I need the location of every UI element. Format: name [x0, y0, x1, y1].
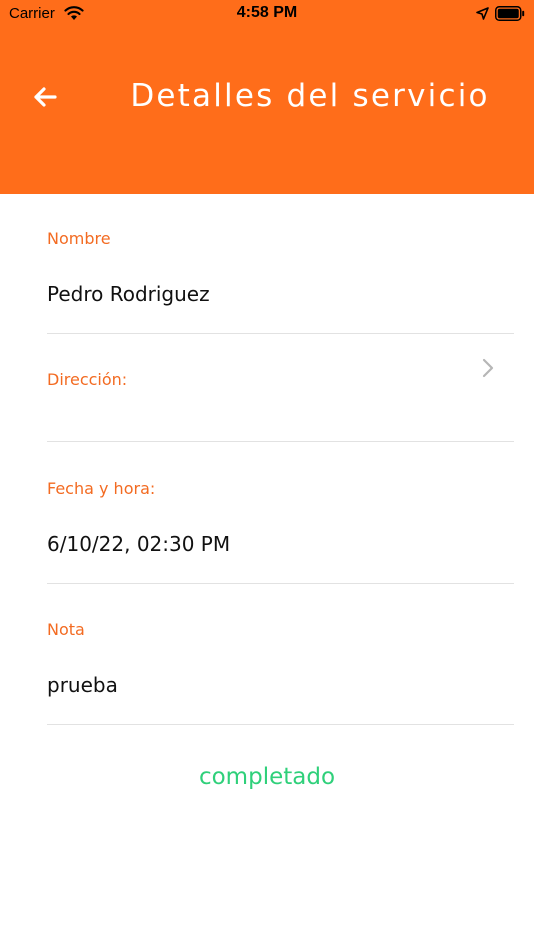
status-clock: 4:58 PM [236, 4, 298, 21]
nombre-label: Nombre [47, 229, 111, 248]
nota-value: prueba [47, 673, 118, 697]
status-bar: Carrier 4:58 PM [0, 0, 534, 28]
nota-label: Nota [47, 620, 85, 639]
page-title: Detalles del servicio [130, 78, 490, 114]
battery-icon [495, 6, 525, 21]
direccion-label: Dirección: [47, 370, 128, 389]
location-arrow-icon [476, 7, 489, 20]
field-nota: Nota prueba [47, 584, 514, 725]
field-fecha: Fecha y hora: 6/10/22, 02:30 PM [47, 442, 514, 584]
field-nombre: Nombre Pedro Rodriguez [47, 220, 514, 334]
fecha-label: Fecha y hora: [47, 479, 156, 498]
fecha-value: 6/10/22, 02:30 PM [47, 532, 231, 556]
arrow-left-icon [34, 87, 57, 107]
nombre-value: Pedro Rodriguez [47, 282, 210, 306]
field-direccion[interactable]: Dirección: [47, 334, 514, 442]
service-status-text: completado [198, 764, 336, 790]
back-button[interactable] [30, 82, 60, 112]
app-header: Carrier 4:58 PM Detalles del servicio [0, 0, 534, 194]
chevron-right-icon [482, 358, 494, 378]
